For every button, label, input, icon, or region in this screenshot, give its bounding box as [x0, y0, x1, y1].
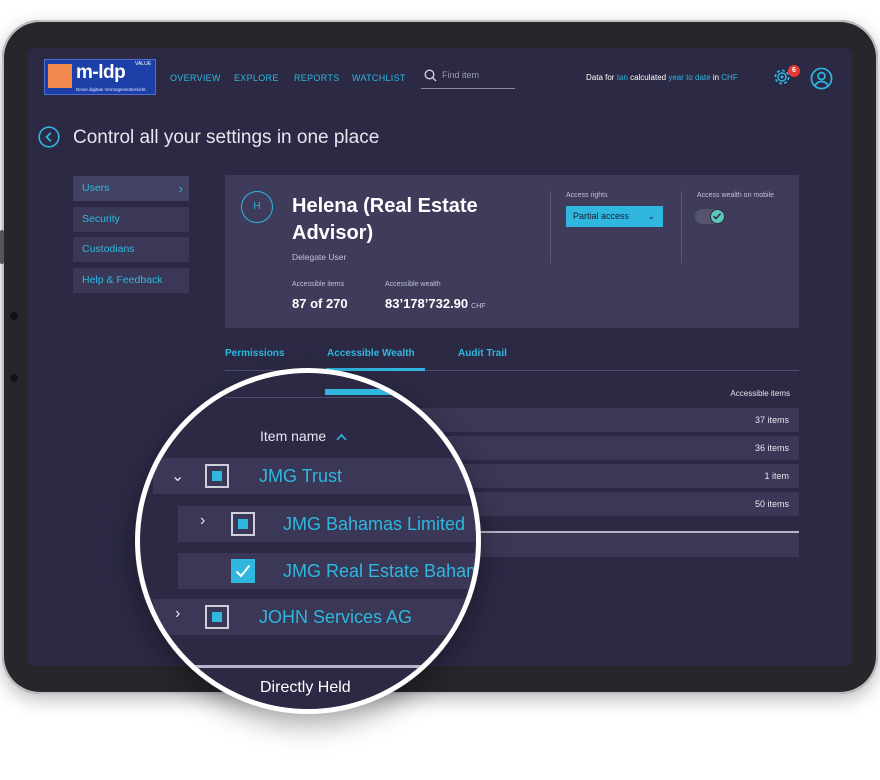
toggle-knob	[710, 209, 725, 224]
row-count: 1 item	[764, 471, 789, 481]
avatar: H	[241, 191, 273, 223]
divider	[681, 191, 682, 263]
camera	[10, 312, 18, 320]
page-title: Control all your settings in one place	[73, 127, 380, 148]
checked-checkbox[interactable]	[231, 559, 255, 583]
access-rights-label: Access rights	[566, 192, 608, 199]
tree-row-john-services-ag[interactable]: › JOHN Services AG	[153, 599, 476, 635]
mobile-access-label: Access wealth on mobile	[697, 192, 775, 199]
search-input[interactable]	[442, 68, 514, 82]
nav-reports[interactable]: REPORTS	[294, 73, 339, 83]
brand-tagline: Deine digitale Vermögensübersicht.	[76, 87, 147, 92]
logo-square	[48, 64, 72, 88]
partial-checkbox[interactable]	[205, 464, 229, 488]
column-header-item-name[interactable]: Item name	[260, 428, 347, 444]
wealth-amount: 83’178’732.90 CHF	[385, 296, 486, 311]
checkmark-icon	[235, 564, 251, 578]
sidebar-item-users[interactable]: Users ›	[73, 176, 189, 201]
data-period[interactable]: year to date	[668, 73, 710, 82]
tab-underline	[225, 397, 476, 398]
group-separator	[140, 665, 476, 668]
tree-row-jmg-trust[interactable]: ⌄ JMG Trust	[153, 458, 476, 494]
checkmark-icon	[712, 213, 722, 220]
column-header-accessible-items: Accessible items	[730, 389, 790, 398]
data-calculated: calculated	[630, 73, 667, 82]
items-label: Accessible items	[292, 281, 345, 288]
partial-checkbox[interactable]	[205, 605, 229, 629]
active-tab-indicator	[325, 389, 476, 395]
nav-watchlist[interactable]: WATCHLIST	[352, 73, 406, 83]
mobile-access-toggle[interactable]	[695, 209, 725, 224]
sidebar-item-custodians[interactable]: Custodians	[73, 237, 189, 262]
brand-superscript: VALUE	[135, 61, 152, 67]
tab-permissions[interactable]: Permissions	[225, 348, 284, 359]
tree-row-jmg-bahamas-limited[interactable]: › JMG Bahamas Limited	[178, 506, 476, 542]
brand-name: m-ldp	[76, 62, 126, 83]
checkbox-fill	[212, 471, 222, 481]
sidebar-item-label: Security	[82, 213, 120, 225]
sidebar-item-security[interactable]: Security	[73, 207, 189, 232]
data-prefix: Data for	[586, 73, 615, 82]
top-navigation: m-ldp VALUE Deine digitale Vermögensüber…	[28, 48, 852, 110]
wealth-value: 83’178’732.90	[385, 296, 469, 311]
access-rights-value: Partial access	[573, 211, 630, 221]
tab-audit-trail[interactable]: Audit Trail	[458, 348, 507, 359]
magnified-table: Item name ⌄ JMG Trust › JMG Bahamas Limi…	[140, 373, 481, 709]
tree-item-label: JMG Real Estate Bahamas	[283, 561, 481, 581]
brand-logo[interactable]: m-ldp VALUE Deine digitale Vermögensüber…	[44, 59, 156, 95]
chevron-down-icon: ⌄	[647, 211, 655, 221]
chevron-right-icon[interactable]: ›	[200, 512, 205, 530]
partial-checkbox[interactable]	[231, 512, 255, 536]
tree-item-label: JMG Bahamas Limited	[283, 514, 466, 534]
nav-overview[interactable]: OVERVIEW	[170, 73, 221, 83]
tree-item-label: JMG Trust	[259, 466, 343, 486]
magnifier-lens: Item name ⌄ JMG Trust › JMG Bahamas Limi…	[135, 368, 481, 714]
sidebar-item-label: Users	[82, 182, 110, 194]
nav-explore[interactable]: EXPLORE	[234, 73, 279, 83]
tree-item-label: JOHN Services AG	[259, 607, 413, 627]
items-value: 87 of 270	[292, 296, 348, 311]
directly-held-group[interactable]: Directly Held	[260, 679, 351, 697]
data-in: in	[712, 73, 720, 82]
search-box[interactable]	[421, 62, 515, 89]
tab-accessible-wealth[interactable]: Accessible Wealth	[327, 348, 415, 359]
tree-row-jmg-real-estate-bahamas[interactable]: JMG Real Estate Bahamas	[178, 553, 481, 589]
sort-ascending-icon[interactable]	[336, 433, 347, 441]
user-role: Delegate User	[292, 252, 347, 262]
sidebar-item-help-feedback[interactable]: Help & Feedback	[73, 268, 189, 293]
user-profile-icon[interactable]	[810, 67, 833, 90]
row-count: 50 items	[754, 499, 789, 509]
volume-button	[0, 230, 4, 264]
column-header-label: Item name	[260, 428, 327, 444]
wealth-currency: CHF	[471, 303, 486, 310]
chevron-right-icon: ›	[178, 181, 183, 196]
data-currency[interactable]: CHF	[721, 73, 737, 82]
sidebar-item-label: Custodians	[82, 243, 135, 255]
user-name: Helena (Real Estate Advisor)	[292, 195, 478, 244]
data-context: Data for Ian calculated year to date in …	[586, 73, 738, 82]
checkbox-fill	[212, 612, 222, 622]
data-user[interactable]: Ian	[617, 73, 628, 82]
user-summary-card: H Helena (Real Estate Advisor) Delegate …	[225, 175, 799, 328]
checkbox-fill	[238, 519, 248, 529]
search-icon	[424, 69, 437, 82]
row-count: 36 items	[754, 443, 789, 453]
sidebar-item-label: Help & Feedback	[82, 274, 163, 286]
wealth-label: Accessible wealth	[385, 281, 441, 288]
chevron-down-icon[interactable]: ⌄	[171, 466, 184, 486]
access-rights-dropdown[interactable]: Partial access ⌄	[566, 206, 663, 227]
sensor	[10, 374, 18, 382]
row-count: 37 items	[754, 415, 789, 425]
notification-badge: 6	[788, 65, 800, 77]
chevron-right-icon[interactable]: ›	[175, 605, 180, 623]
back-arrow-icon[interactable]	[38, 126, 60, 148]
divider	[550, 191, 551, 263]
